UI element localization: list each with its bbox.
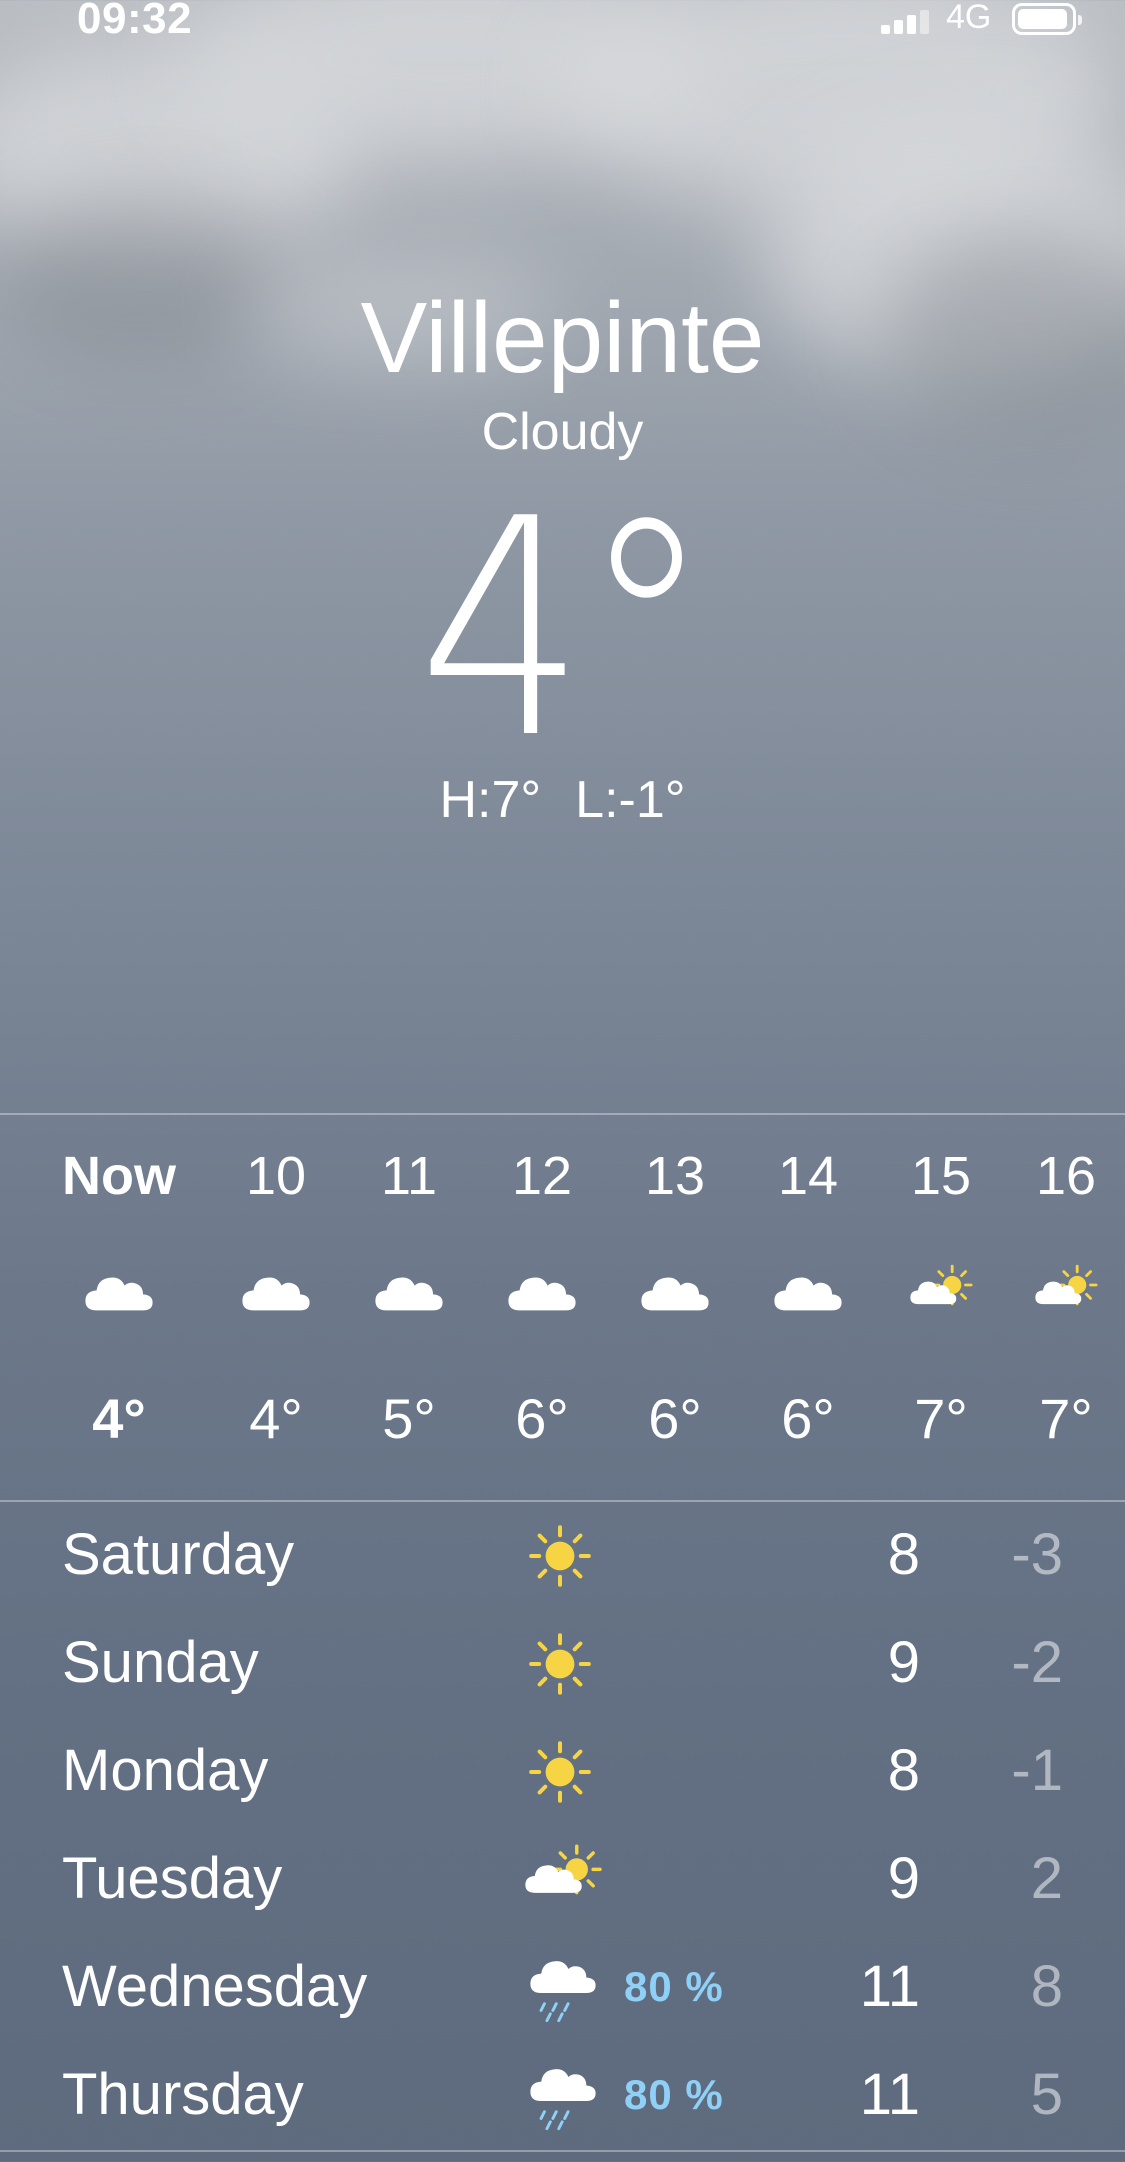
hourly-forecast[interactable]: Now 4° 10 4° 11 5° 12 6° 13 6° 14 6° 15 … xyxy=(0,1116,1125,1500)
day-low: -2 xyxy=(1011,1630,1063,1695)
precip-chance: 80 % xyxy=(624,2071,724,2118)
day-row: Thursday 80 % 11 5 xyxy=(0,2042,1125,2150)
high-temp: H:7° xyxy=(439,771,542,829)
day-high: 11 xyxy=(859,2062,920,2127)
cloud-icon xyxy=(339,1264,479,1334)
precip-chance: 80 % xyxy=(624,1963,724,2010)
day-row: Monday 8 -1 xyxy=(0,1718,1125,1826)
hour-temp: 5° xyxy=(382,1387,436,1450)
rain-icon xyxy=(520,1948,610,2028)
hour-label: 16 xyxy=(1035,1146,1097,1206)
hour-label: 14 xyxy=(777,1146,839,1206)
hour-temp: 7° xyxy=(1039,1387,1093,1450)
cloud-icon xyxy=(49,1264,189,1334)
day-low: 8 xyxy=(1030,1954,1063,2019)
partly-sunny-icon xyxy=(871,1264,1011,1334)
day-name: Monday xyxy=(62,1738,269,1803)
cellular-signal-icon xyxy=(881,10,933,34)
day-high: 9 xyxy=(887,1846,920,1911)
partly-sunny-icon xyxy=(520,1840,610,1920)
sun-icon xyxy=(520,1624,610,1704)
day-low: -3 xyxy=(1011,1522,1063,1587)
day-low: -1 xyxy=(1011,1738,1063,1803)
cloud-icon xyxy=(738,1264,878,1334)
hour-label: 11 xyxy=(380,1146,438,1206)
low-temp: L:-1° xyxy=(575,771,686,829)
hour-temp: 4° xyxy=(92,1387,146,1450)
partly-sunny-icon xyxy=(996,1264,1125,1334)
hour-label: 13 xyxy=(644,1146,706,1206)
day-row: Saturday 8 -3 xyxy=(0,1502,1125,1610)
hour-temp: 6° xyxy=(515,1387,569,1450)
city-name: Villepinte xyxy=(360,282,765,394)
day-high: 9 xyxy=(887,1630,920,1695)
network-type: 4G xyxy=(946,0,992,36)
rain-icon xyxy=(520,2056,610,2136)
hour-temp: 6° xyxy=(781,1387,835,1450)
hour-label: 10 xyxy=(245,1146,307,1206)
current-condition: Cloudy xyxy=(481,403,644,461)
hour-label: Now xyxy=(62,1146,176,1206)
day-low: 2 xyxy=(1030,1846,1063,1911)
day-low: 5 xyxy=(1030,2062,1063,2127)
status-bar: 09:32 4G xyxy=(0,0,1125,44)
current-temperature: 4° xyxy=(417,455,713,804)
cloud-icon xyxy=(472,1264,612,1334)
divider xyxy=(0,2150,1125,2152)
status-time: 09:32 xyxy=(77,0,193,43)
hour-temp: 6° xyxy=(648,1387,702,1450)
cloud-icon xyxy=(605,1264,745,1334)
hour-temp: 7° xyxy=(914,1387,968,1450)
day-row: Wednesday 80 % 11 8 xyxy=(0,1934,1125,2042)
day-high: 8 xyxy=(887,1738,920,1803)
hour-label: 15 xyxy=(910,1146,972,1206)
high-low: H:7° L:-1° xyxy=(0,770,1125,830)
cloud-icon xyxy=(206,1264,346,1334)
sun-icon xyxy=(520,1516,610,1596)
day-name: Thursday xyxy=(62,2062,304,2127)
day-name: Wednesday xyxy=(62,1954,368,2019)
hour-temp: 4° xyxy=(249,1387,303,1450)
day-name: Sunday xyxy=(62,1630,259,1695)
day-name: Tuesday xyxy=(62,1846,283,1911)
day-row: Tuesday 9 2 xyxy=(0,1826,1125,1934)
day-row: Sunday 9 -2 xyxy=(0,1610,1125,1718)
day-high: 8 xyxy=(887,1522,920,1587)
day-name: Saturday xyxy=(62,1522,295,1587)
hour-label: 12 xyxy=(511,1146,573,1206)
day-high: 11 xyxy=(859,1954,920,2019)
divider xyxy=(0,1113,1125,1115)
sun-icon xyxy=(520,1732,610,1812)
battery-icon xyxy=(1012,3,1082,35)
